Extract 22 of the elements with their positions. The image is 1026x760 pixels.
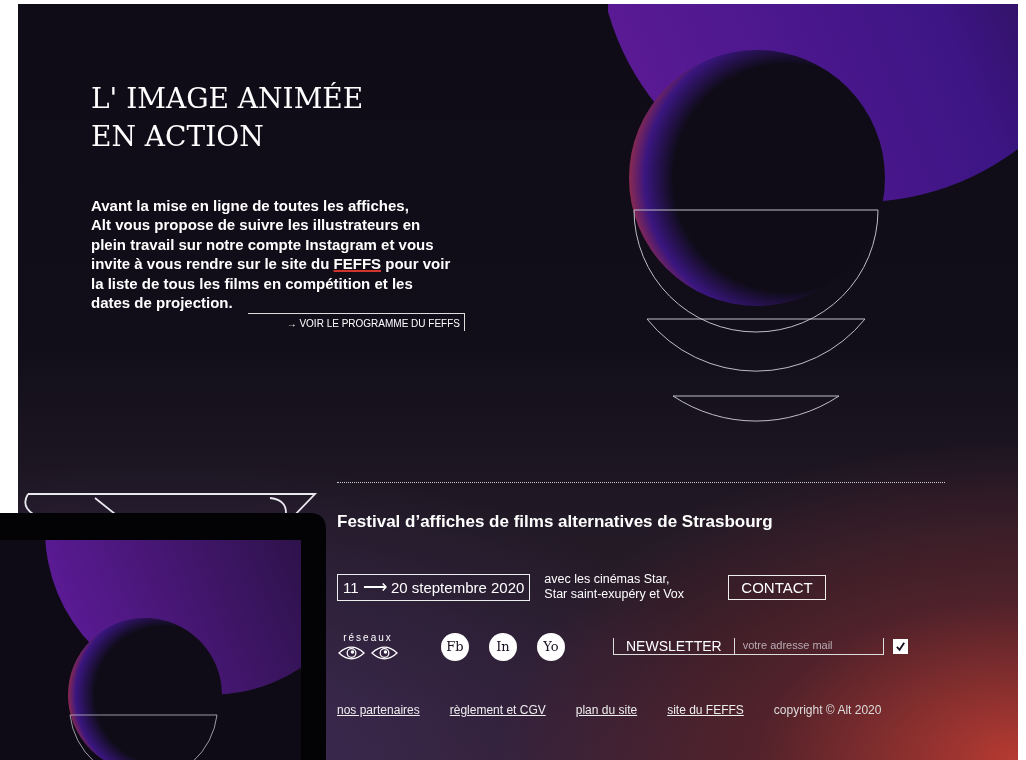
footer-link[interactable]: site du FEFFS [667,703,744,717]
footer-link[interactable]: plan du site [575,703,638,717]
email-field[interactable]: votre adresse mail [733,638,884,655]
intro-paragraph: Avant la mise en ligne de toutes les affiches, Alt vous propose de suivre les illustrateurs en plein travail sur notre compte Instagram et vous invite à vous rendre sur le site du FEFFS pour voir la liste de tous les films en compétition et les dates de projection. [91,196,451,313]
footer-link[interactable]: nos partenaires [337,703,420,717]
venues-text: avec les cinémas Star, Star saint-exupéry et Vox [544,572,685,602]
contact-button[interactable]: CONTACT [728,574,826,600]
social-button[interactable]: Yo [537,632,565,661]
social-button[interactable]: Fb [441,632,469,661]
festival-dates: 11 ⟶ 20 steptembre 2020 [337,573,531,601]
networks-label: réseaux [343,632,393,643]
programme-link[interactable]: → VOIR LE PROGRAMME DU FEFFS [248,313,465,332]
social-button[interactable]: In [489,632,517,661]
feffs-link[interactable]: FEFFS [333,255,382,273]
footer-link[interactable]: règlement et CGV [449,703,546,717]
festival-title: Festival d’affiches de films alternatives de Strasbourg [337,512,774,532]
newsletter-checkbox[interactable] [892,639,908,654]
copyright-text: copyright © Alt 2020 [773,703,882,717]
newsletter-label: NEWSLETTER [613,638,734,655]
eye-icon[interactable] [371,645,398,661]
eye-icon[interactable] [338,645,365,661]
page-title: L' IMAGE ANIMÉE EN ACTION [91,81,365,155]
